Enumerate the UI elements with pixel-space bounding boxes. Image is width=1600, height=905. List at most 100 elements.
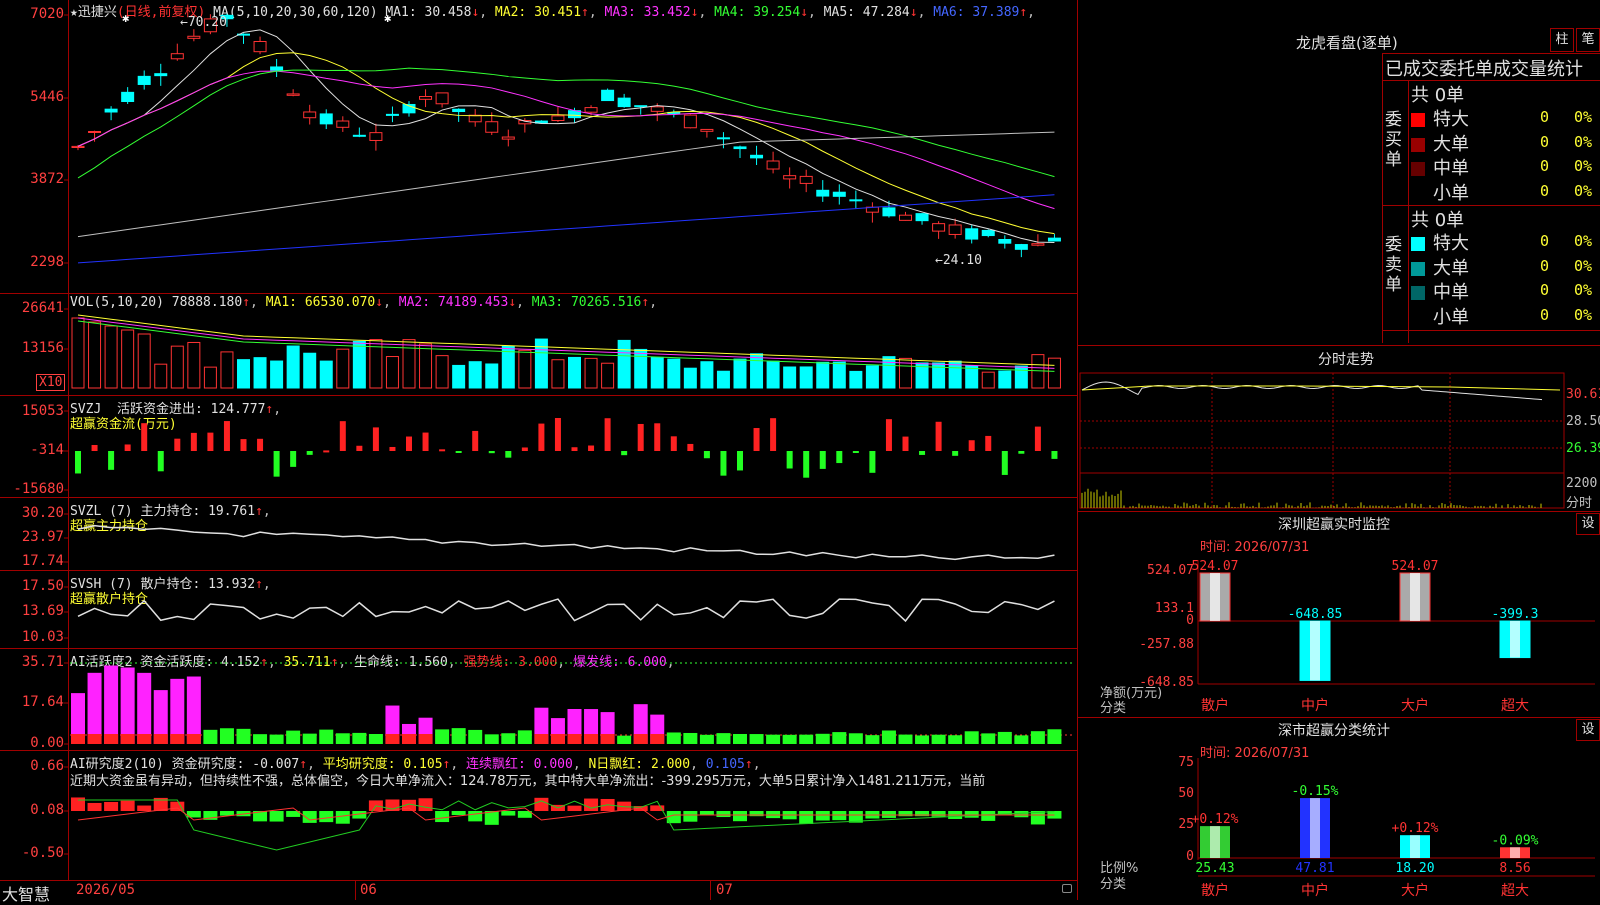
fund-flow-bar <box>836 451 842 463</box>
activity-base <box>634 734 648 744</box>
activity-base <box>551 734 565 744</box>
activity-bar <box>336 733 350 744</box>
classify-bar <box>1400 835 1430 858</box>
monitor-xlabel: 分类 <box>1100 697 1126 716</box>
intraday-y-tick: 28.50 <box>1566 414 1600 429</box>
research-bar <box>270 811 284 822</box>
research-bar <box>832 811 846 820</box>
fund-flow-bar <box>423 433 429 451</box>
color-swatch <box>1411 187 1425 201</box>
intraday-y-tick: 26.39 <box>1566 441 1600 456</box>
candle <box>89 131 101 132</box>
activity-bar <box>270 735 284 744</box>
activity-base <box>187 734 201 744</box>
research-bar <box>568 806 582 811</box>
activity-base <box>568 734 582 744</box>
monitor-y-tick: 524.07 <box>1147 563 1194 578</box>
activity-bar <box>932 735 946 744</box>
sell-label: 大单 <box>1433 258 1469 279</box>
candle <box>105 109 117 112</box>
sell-pct: 0% <box>1574 281 1592 299</box>
activity-bar <box>683 733 697 744</box>
monitor-bar <box>1400 573 1430 621</box>
intraday-y-tick: 30.61 <box>1566 387 1600 402</box>
column-mode-button[interactable]: 柱 <box>1550 28 1574 52</box>
research-bar <box>882 811 896 818</box>
classify-bar-shine <box>1310 798 1320 858</box>
buy-count: 0 <box>1540 108 1549 126</box>
volume-bar <box>105 326 117 388</box>
buy-side-label: 委买单 <box>1385 110 1405 170</box>
volume-bar <box>668 359 680 388</box>
candle <box>420 97 432 100</box>
activity-bar <box>468 730 482 744</box>
candle <box>751 155 763 158</box>
fund-flow-bar <box>92 445 98 451</box>
activity-bar <box>733 734 747 744</box>
sell-pct: 0% <box>1574 232 1592 250</box>
research-bar <box>683 811 697 822</box>
activity-base <box>534 734 548 744</box>
fund-flow-bar <box>224 421 230 451</box>
research-bar <box>965 811 979 818</box>
volume-bar <box>850 371 862 388</box>
tick-mode-button[interactable]: 笔 <box>1576 28 1600 52</box>
fund-flow-bar <box>952 451 958 456</box>
sell-count: 0 <box>1540 257 1549 275</box>
candle <box>883 208 895 216</box>
activity-bar <box>352 733 366 744</box>
fund-flow-bar <box>720 451 726 476</box>
fund-flow-bar <box>373 427 379 451</box>
star-marker: ✱ <box>384 11 391 25</box>
high-price-marker: ←70.20 <box>180 15 227 30</box>
monitor-title: 深圳超赢实时监控 <box>1278 514 1390 534</box>
research-bar <box>452 811 466 815</box>
intraday-title: 分时走势 <box>1318 349 1374 369</box>
candle <box>155 74 167 76</box>
classify-change-label: -0.09% <box>1492 833 1539 848</box>
activity-bar <box>667 732 681 744</box>
fund-flow-bar <box>323 450 329 452</box>
sell-label: 特大 <box>1433 233 1469 254</box>
volume-bar <box>469 362 481 388</box>
monitor-y-tick: 0 <box>1186 613 1194 628</box>
activity-bar <box>187 677 201 744</box>
activity-bar <box>1047 729 1061 744</box>
candle <box>900 215 912 220</box>
candle <box>999 240 1011 244</box>
activity-bar <box>766 735 780 744</box>
buy-label: 中单 <box>1433 158 1469 179</box>
volume-bar <box>651 357 663 388</box>
classify-value-label: 47.81 <box>1295 861 1334 876</box>
candle <box>717 138 729 139</box>
buy-label: 小单 <box>1433 183 1469 204</box>
monitor-bar <box>1500 621 1530 658</box>
candle <box>933 224 945 231</box>
classify-title: 深市超赢分类统计 <box>1278 720 1390 740</box>
volume-bar <box>602 363 614 388</box>
activity-bar <box>435 729 449 744</box>
buy-label: 大单 <box>1433 134 1469 155</box>
monitor-settings-button[interactable]: 设 <box>1576 513 1600 535</box>
research-bar <box>319 811 333 822</box>
volume-bar <box>271 361 283 388</box>
research-bar <box>419 798 433 811</box>
volume-bar <box>287 346 299 388</box>
sell-label: 中单 <box>1433 282 1469 303</box>
activity-bar <box>899 735 913 744</box>
classify-settings-button[interactable]: 设 <box>1576 719 1600 741</box>
volume-bar <box>238 360 250 388</box>
candle <box>966 229 978 239</box>
volume-bar <box>486 364 498 388</box>
research-bar <box>733 811 747 821</box>
volume-bar <box>403 340 415 388</box>
volume-bar <box>155 364 167 388</box>
classify-category-label: 散户 <box>1201 882 1229 899</box>
activity-bar <box>750 734 764 744</box>
volume-bar <box>800 367 812 388</box>
intraday-vol-label: 分时 <box>1566 492 1592 511</box>
fund-flow-bar <box>770 418 776 451</box>
monitor-category-label: 超大 <box>1501 698 1529 714</box>
ma-line-3 <box>78 71 1054 208</box>
activity-base <box>601 734 615 744</box>
